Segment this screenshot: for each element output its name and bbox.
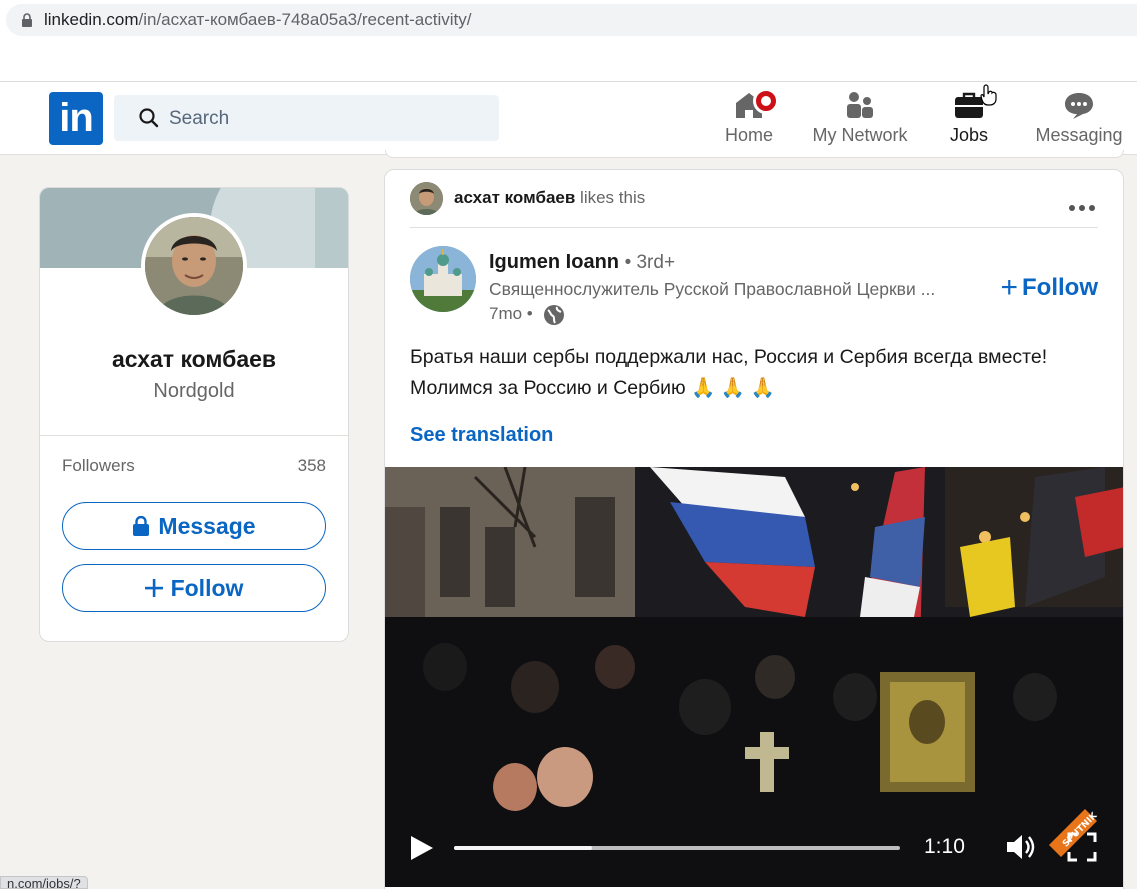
globe-icon xyxy=(544,305,564,325)
activity-header: асхат комбаев likes this xyxy=(454,188,645,208)
url-text: linkedin.com/in/асхат-комбаев-748a05a3/r… xyxy=(44,10,471,30)
messaging-icon xyxy=(1065,93,1093,119)
linkedin-logo[interactable]: in xyxy=(49,92,103,145)
search-placeholder: Search xyxy=(169,108,230,129)
message-button[interactable]: Message xyxy=(62,502,326,550)
profile-card: асхат комбаев Nordgold Followers 358 Mes… xyxy=(39,187,349,642)
volume-icon[interactable] xyxy=(1005,832,1037,862)
author-headline: Священнослужитель Русской Православной Ц… xyxy=(489,279,936,299)
search-icon xyxy=(139,108,159,128)
follow-button-label: Follow xyxy=(170,575,244,601)
message-button-label: Message xyxy=(158,513,256,539)
video-player[interactable]: SPUTNIK 1:10 xyxy=(385,467,1123,887)
plus-icon xyxy=(144,578,163,597)
nav-my-network[interactable]: My Network xyxy=(805,82,915,155)
lock-icon xyxy=(133,515,150,536)
lock-icon xyxy=(22,13,32,27)
video-duration: 1:10 xyxy=(924,835,965,858)
followers-label: Followers xyxy=(62,456,135,475)
play-icon[interactable] xyxy=(409,834,435,862)
nav-jobs-label: Jobs xyxy=(949,125,989,145)
address-bar[interactable]: linkedin.com/in/асхат-комбаев-748a05a3/r… xyxy=(6,4,1137,36)
nav-messaging[interactable]: Messaging xyxy=(1030,82,1128,155)
connection-degree: • 3rd+ xyxy=(624,252,676,273)
url-host: linkedin.com xyxy=(44,10,139,29)
profile-name[interactable]: асхат комбаев xyxy=(40,346,348,373)
network-icon xyxy=(847,92,873,118)
search-input[interactable]: Search xyxy=(114,95,499,141)
hand-cursor-icon xyxy=(980,84,997,106)
liker-avatar[interactable] xyxy=(410,182,443,215)
follow-author-label: Follow xyxy=(1022,274,1098,301)
author-name[interactable]: Igumen Ioann xyxy=(489,251,619,273)
nav-my-network-label: My Network xyxy=(812,125,908,145)
author-avatar[interactable] xyxy=(410,246,476,312)
likes-text: likes this xyxy=(580,188,646,207)
follow-button[interactable]: Follow xyxy=(62,564,326,612)
follow-author-button[interactable]: + Follow xyxy=(1000,271,1098,305)
author-name-line: Igumen Ioann • 3rd+ xyxy=(489,251,675,274)
feed-post-card: асхат комбаев likes this Igumen Ioann • … xyxy=(384,169,1124,889)
followers-count: 358 xyxy=(297,456,326,475)
divider xyxy=(40,435,348,436)
profile-avatar[interactable] xyxy=(141,213,247,319)
bookmarks-bar xyxy=(0,40,1137,82)
liker-name[interactable]: асхат комбаев xyxy=(454,188,575,207)
more-options-icon[interactable] xyxy=(1065,198,1095,216)
linkedin-navbar: in Search Home My Network Jobs Messaging xyxy=(0,82,1137,155)
see-translation-link[interactable]: See translation xyxy=(410,424,553,447)
url-path: /in/асхат-комбаев-748a05a3/recent-activi… xyxy=(138,10,472,29)
profile-company: Nordgold xyxy=(153,380,235,402)
notification-badge xyxy=(753,88,779,114)
post-text: Братья наши сербы поддержали нас, Россия… xyxy=(410,346,1048,399)
nav-messaging-label: Messaging xyxy=(1035,125,1123,145)
post-time: 7mo • xyxy=(489,304,533,323)
status-bar-url: n.com/jobs/? xyxy=(0,876,88,889)
fullscreen-icon[interactable] xyxy=(1067,832,1097,862)
divider xyxy=(410,227,1098,228)
video-frame xyxy=(385,467,1123,887)
plus-icon: + xyxy=(1000,271,1019,304)
browser-toolbar: linkedin.com/in/асхат-комбаев-748a05a3/r… xyxy=(0,0,1137,40)
previous-card-edge xyxy=(385,150,1124,158)
video-buffer-bar xyxy=(454,846,592,850)
nav-home-label: Home xyxy=(724,125,773,145)
nav-home[interactable]: Home xyxy=(715,82,783,155)
